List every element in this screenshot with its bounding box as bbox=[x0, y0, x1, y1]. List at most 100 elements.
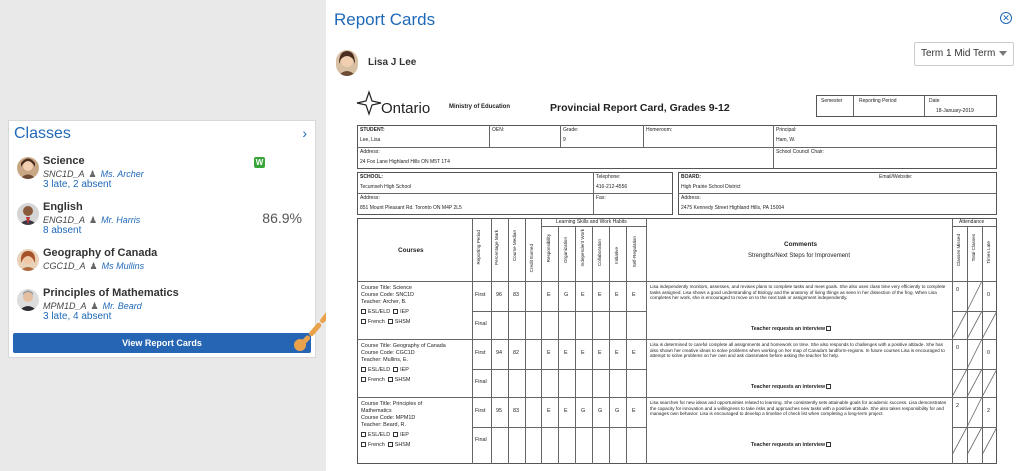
row-divider bbox=[357, 339, 997, 340]
checkbox[interactable] bbox=[393, 367, 399, 373]
percentage-mark: 95 bbox=[496, 408, 502, 414]
course-teacher: Teacher: Archer, B. bbox=[361, 299, 407, 305]
lsw-header: Learning Skills and Work Habits bbox=[556, 219, 627, 225]
checkbox[interactable] bbox=[826, 326, 832, 332]
checkbox[interactable] bbox=[361, 309, 366, 315]
skill-rating: E bbox=[564, 350, 568, 356]
email-label: Email/Website: bbox=[879, 174, 913, 180]
skill-rating: E bbox=[632, 292, 636, 298]
student-name: Lisa J Lee bbox=[368, 57, 417, 68]
course-code: Course Code: CGC1D bbox=[361, 350, 415, 356]
col-header: Initiative bbox=[614, 247, 619, 264]
final-period: Final bbox=[475, 321, 487, 327]
council-label: School Council Chair: bbox=[776, 149, 825, 155]
skill-rating: E bbox=[615, 350, 619, 356]
student-value: Lee, Lisa bbox=[360, 137, 381, 143]
col-header: Organization bbox=[563, 237, 568, 264]
french-shsm-checkboxes: French SHSM bbox=[361, 319, 410, 325]
skill-rating: E bbox=[632, 350, 636, 356]
date-label: Date bbox=[929, 98, 940, 104]
student-label: STUDENT: bbox=[360, 127, 385, 133]
course-median: 83 bbox=[513, 292, 519, 298]
comment-text: Lisa is determined to careful complete a… bbox=[650, 342, 945, 359]
course-code: Course Code: MPM1D bbox=[361, 415, 416, 421]
reporting-period: First bbox=[475, 292, 486, 298]
checkbox[interactable] bbox=[387, 319, 393, 325]
skill-rating: G bbox=[615, 408, 620, 414]
checkbox[interactable] bbox=[393, 309, 399, 315]
course-title: Course Title: Science bbox=[361, 285, 412, 291]
french-shsm-checkboxes: French SHSM bbox=[361, 377, 410, 383]
skill-rating: E bbox=[598, 350, 602, 356]
chevron-down-icon bbox=[999, 51, 1007, 56]
school-address-label: Address: bbox=[360, 195, 380, 201]
final-period: Final bbox=[475, 379, 487, 385]
checkbox[interactable] bbox=[387, 377, 393, 383]
course-code: Course Code: SNC1D bbox=[361, 292, 415, 298]
skill-rating: E bbox=[632, 408, 636, 414]
col-header: Course Median bbox=[512, 230, 517, 262]
course-title: Mathematics bbox=[361, 408, 392, 414]
att-header: Times Late bbox=[986, 241, 991, 264]
telephone-value: 416-212-4556 bbox=[596, 184, 628, 190]
interview-request: Teacher requests an interview bbox=[751, 384, 833, 390]
checkbox[interactable] bbox=[387, 442, 393, 448]
checkbox[interactable] bbox=[361, 442, 366, 448]
skill-rating: E bbox=[581, 350, 585, 356]
skill-rating: E bbox=[547, 408, 551, 414]
checkbox[interactable] bbox=[361, 377, 366, 383]
fax-label: Fax: bbox=[596, 195, 606, 201]
board-label: BOARD: bbox=[681, 174, 701, 180]
principal-value: Ham, W. bbox=[776, 137, 796, 143]
student-address: 24 Fox Lane Highland Hills ON M5T 1T4 bbox=[360, 159, 450, 165]
diagonal-strike bbox=[952, 281, 997, 339]
comment-text: Lisa independently monitors, assesses, a… bbox=[650, 284, 946, 301]
ministry-label: Ministry of Education bbox=[449, 104, 511, 110]
checkbox[interactable] bbox=[361, 432, 366, 438]
course-median: 83 bbox=[513, 408, 519, 414]
semester-box: Semester Reporting Period Date 18-Januar… bbox=[816, 95, 997, 117]
checkbox[interactable] bbox=[361, 367, 366, 373]
skill-rating: E bbox=[547, 350, 551, 356]
grade-label: Grade: bbox=[563, 127, 579, 133]
close-icon[interactable]: ✕ bbox=[1000, 12, 1012, 24]
report-cards-pane: Report Cards ✕ Lisa J Lee Term 1 Mid Ter… bbox=[326, 0, 1018, 471]
comments-header: Comments bbox=[784, 241, 818, 248]
comments-subheader: Strengths/Next Steps for Improvement bbox=[748, 253, 851, 259]
course-title: Course Title: Geography of Canada bbox=[361, 343, 446, 349]
skill-rating: E bbox=[598, 292, 602, 298]
courses-header: Courses bbox=[398, 247, 424, 254]
board-address: 2475 Kennedy Street Highland Hills, PA 1… bbox=[681, 205, 785, 211]
esl-iep-checkboxes: ESL/ELD IEP bbox=[361, 432, 409, 438]
comment-text: Lisa searches for new ideas and opportun… bbox=[650, 400, 947, 417]
trillium-logo-icon bbox=[356, 90, 382, 116]
interview-request: Teacher requests an interview bbox=[751, 442, 833, 448]
att-header: Total Classes bbox=[971, 234, 976, 262]
checkbox[interactable] bbox=[826, 384, 832, 390]
ontario-wordmark: Ontario bbox=[381, 100, 431, 117]
row-divider bbox=[357, 397, 997, 398]
col-header: Self-Regulation bbox=[632, 236, 637, 268]
col-header: Collaboration bbox=[597, 239, 602, 267]
reporting-period: First bbox=[475, 408, 486, 414]
board-address-label: Address: bbox=[681, 195, 701, 201]
checkbox[interactable] bbox=[361, 319, 366, 325]
row-split bbox=[472, 369, 646, 370]
course-teacher: Teacher: Mullins, E. bbox=[361, 357, 409, 363]
col-header: Reporting Period bbox=[476, 230, 481, 265]
period-label: Reporting Period bbox=[859, 98, 897, 104]
term-select[interactable]: Term 1 Mid Term bbox=[914, 42, 1014, 66]
address-label: Address: bbox=[360, 149, 380, 155]
french-shsm-checkboxes: French SHSM bbox=[361, 442, 410, 448]
school-value: Tecumseh High School bbox=[360, 184, 412, 190]
esl-iep-checkboxes: ESL/ELD IEP bbox=[361, 367, 409, 373]
oen-label: OEN: bbox=[492, 127, 505, 133]
report-card-form: Ontario Ministry of Education Provincial… bbox=[351, 84, 999, 464]
row-split bbox=[472, 311, 646, 312]
student-avatar bbox=[336, 50, 358, 76]
school-label: SCHOOL: bbox=[360, 174, 384, 180]
course-teacher: Teacher: Beard, R. bbox=[361, 422, 406, 428]
row-split bbox=[472, 427, 646, 428]
checkbox[interactable] bbox=[826, 442, 832, 448]
checkbox[interactable] bbox=[393, 432, 399, 438]
